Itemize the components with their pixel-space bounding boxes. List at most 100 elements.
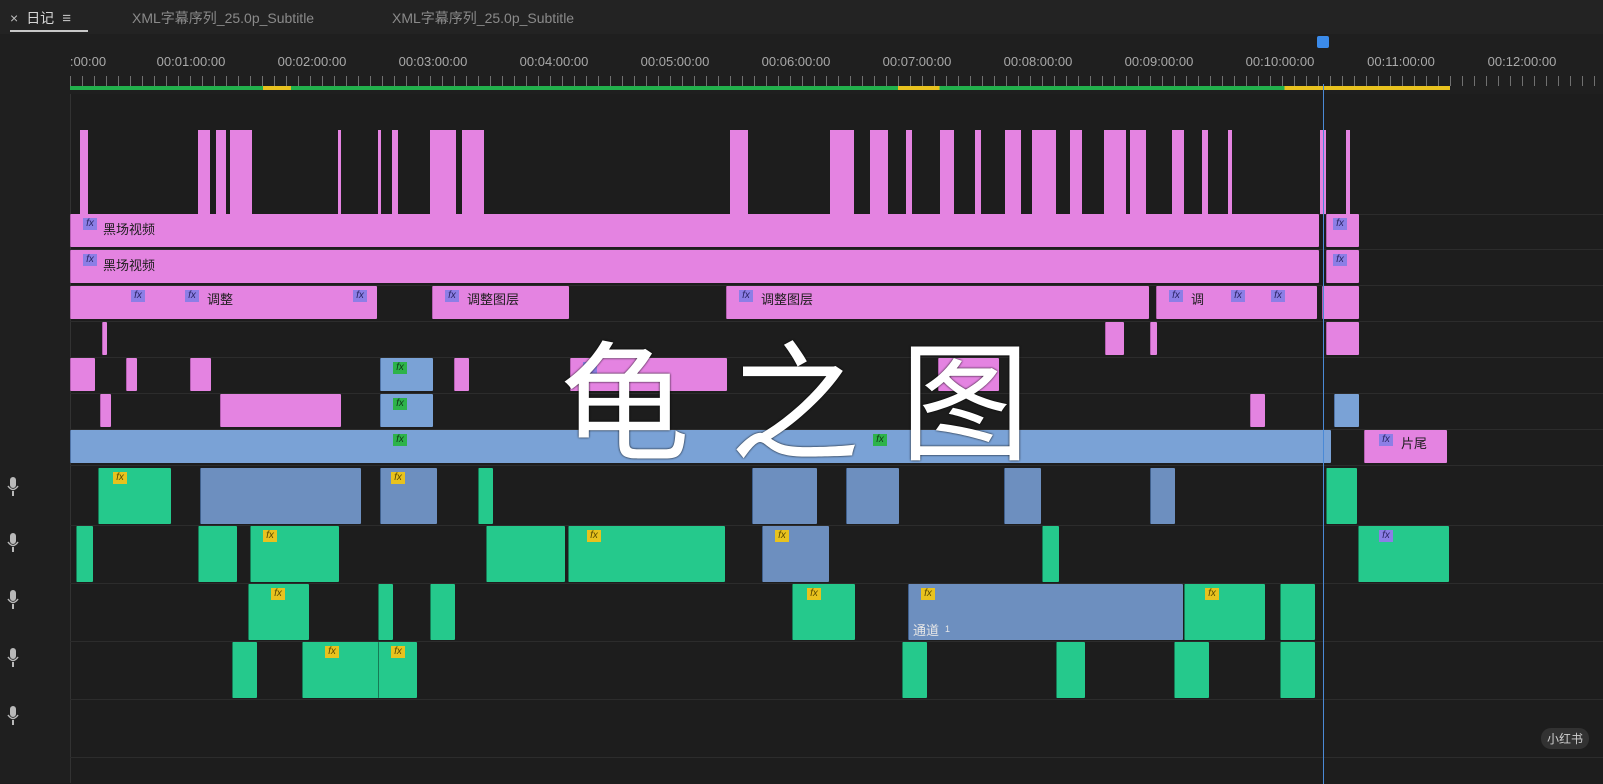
tab-xml-subtitle-2[interactable]: XML字幕序列_25.0p_Subtitle — [392, 7, 574, 29]
audio-track-a2: fx fx fx fx — [70, 526, 1603, 584]
time-ruler[interactable]: :00:00 00:01:00:00 00:02:00:00 00:03:00:… — [70, 34, 1603, 94]
playhead-handle[interactable] — [1317, 36, 1329, 48]
audio-clip-channel[interactable]: fx 通道 1 — [908, 584, 1183, 640]
audio-clip[interactable] — [198, 526, 237, 582]
tab-xml-subtitle-1[interactable]: XML字幕序列_25.0p_Subtitle — [132, 7, 314, 29]
audio-clip[interactable] — [1174, 642, 1209, 698]
fx-badge: fx — [1333, 254, 1347, 266]
clip-thin[interactable] — [1150, 322, 1157, 355]
audio-clip[interactable]: fx — [568, 526, 725, 582]
tab-diary[interactable]: × 日记 ≡ — [10, 7, 71, 29]
clip-short[interactable] — [70, 358, 95, 391]
video-track-v7: fx 黑场视频 fx — [70, 250, 1603, 286]
fx-badge: fx — [83, 254, 97, 266]
audio-clip[interactable] — [902, 642, 927, 698]
channel-label: 通道 — [913, 623, 940, 638]
clip-short[interactable] — [190, 358, 211, 391]
fx-badge: fx — [185, 290, 199, 302]
fx-badge: fx — [113, 472, 127, 484]
clip-short[interactable] — [220, 394, 341, 427]
clip-short[interactable] — [100, 394, 111, 427]
clip-blue[interactable]: fx — [380, 358, 433, 391]
microphone-icon[interactable] — [6, 647, 20, 669]
fx-badge: fx — [391, 646, 405, 658]
timecode-label: 00:04:00:00 — [519, 54, 589, 69]
clip-thin[interactable] — [1326, 322, 1359, 355]
timecode-label: 00:03:00:00 — [398, 54, 468, 69]
fx-badge: fx — [393, 362, 407, 374]
microphone-icon[interactable] — [6, 705, 20, 727]
close-icon[interactable]: × — [10, 10, 18, 26]
clip-adjustment[interactable]: fx fx 调整 fx — [70, 286, 377, 319]
audio-clip[interactable] — [1042, 526, 1059, 582]
timecode-label: 00:11:00:00 — [1367, 54, 1435, 69]
audio-clip[interactable]: fx — [1184, 584, 1265, 640]
fx-badge: fx — [1231, 290, 1245, 302]
audio-clip[interactable] — [430, 584, 455, 640]
overlay-title: 龟之图 — [560, 329, 1071, 481]
audio-clip[interactable] — [478, 468, 493, 524]
clip-adjustment-end[interactable] — [1322, 286, 1359, 319]
render-status-bar — [70, 86, 1450, 90]
fx-badge: fx — [1271, 290, 1285, 302]
audio-clip[interactable]: fx — [250, 526, 339, 582]
clip-label: 片尾 — [1401, 436, 1428, 451]
audio-clip[interactable] — [1056, 642, 1085, 698]
clip-black-video[interactable]: fx 黑场视频 — [70, 250, 1319, 283]
fx-badge: fx — [271, 588, 285, 600]
channel-number: 1 — [945, 624, 951, 634]
audio-clip-blue[interactable] — [200, 468, 361, 524]
audio-clip[interactable]: fx — [98, 468, 171, 524]
tab-xml-subtitle-1-label: XML字幕序列_25.0p_Subtitle — [132, 10, 315, 26]
fx-badge: fx — [83, 218, 97, 230]
fx-badge: fx — [263, 530, 277, 542]
audio-clip[interactable]: fx — [1358, 526, 1449, 582]
tab-xml-subtitle-2-label: XML字幕序列_25.0p_Subtitle — [392, 10, 575, 26]
clip-thin[interactable] — [1105, 322, 1124, 355]
clip-blue[interactable]: fx — [380, 394, 433, 427]
timecode-label: :00:00 — [69, 54, 107, 69]
audio-clip[interactable] — [232, 642, 257, 698]
audio-clip[interactable]: fx — [378, 642, 417, 698]
sequence-tab-bar: × 日记 ≡ XML字幕序列_25.0p_Subtitle XML字幕序列_25… — [0, 0, 1603, 35]
clip-short[interactable] — [454, 358, 469, 391]
fx-badge: fx — [1205, 588, 1219, 600]
audio-clip-blue[interactable]: fx — [380, 468, 437, 524]
video-track-v8: fx 黑场视频 fx — [70, 214, 1603, 250]
audio-clip[interactable]: fx — [248, 584, 309, 640]
fx-badge: fx — [353, 290, 367, 302]
clip-short[interactable] — [1250, 394, 1265, 427]
timecode-label: 00:09:00:00 — [1124, 54, 1194, 69]
audio-clip-blue[interactable] — [1150, 468, 1175, 524]
timecode-label: 00:12:00:00 — [1487, 54, 1557, 69]
audio-clip[interactable]: fx — [302, 642, 379, 698]
microphone-icon[interactable] — [6, 532, 20, 554]
ruler-ticks — [70, 76, 1603, 86]
fx-badge: fx — [587, 530, 601, 542]
clip-adjustment[interactable]: fx 调 fx fx — [1156, 286, 1317, 319]
audio-clip[interactable]: fx — [792, 584, 855, 640]
audio-clip-blue[interactable]: fx — [762, 526, 829, 582]
clip-black-video[interactable]: fx 黑场视频 — [70, 214, 1319, 247]
audio-clip[interactable] — [378, 584, 393, 640]
audio-clip[interactable] — [1280, 584, 1315, 640]
microphone-icon[interactable] — [6, 476, 20, 498]
clip-short[interactable] — [126, 358, 137, 391]
clip-thin[interactable] — [102, 322, 107, 355]
audio-clip[interactable] — [76, 526, 93, 582]
clip-black-video-end[interactable]: fx — [1326, 214, 1359, 247]
clip-blue[interactable] — [1334, 394, 1359, 427]
clip-ending[interactable]: fx 片尾 — [1364, 430, 1447, 463]
audio-clip[interactable] — [1326, 468, 1357, 524]
clip-adjustment-layer[interactable]: fx 调整图层 — [432, 286, 569, 319]
playhead-line — [1323, 84, 1324, 784]
microphone-icon[interactable] — [6, 589, 20, 611]
clip-black-video-end[interactable]: fx — [1326, 250, 1359, 283]
track-headers — [0, 34, 71, 783]
fx-badge: fx — [445, 290, 459, 302]
audio-track-a4: fx fx — [70, 642, 1603, 700]
audio-clip[interactable] — [486, 526, 565, 582]
menu-icon[interactable]: ≡ — [62, 10, 71, 27]
fx-badge: fx — [1379, 530, 1393, 542]
audio-clip[interactable] — [1280, 642, 1315, 698]
